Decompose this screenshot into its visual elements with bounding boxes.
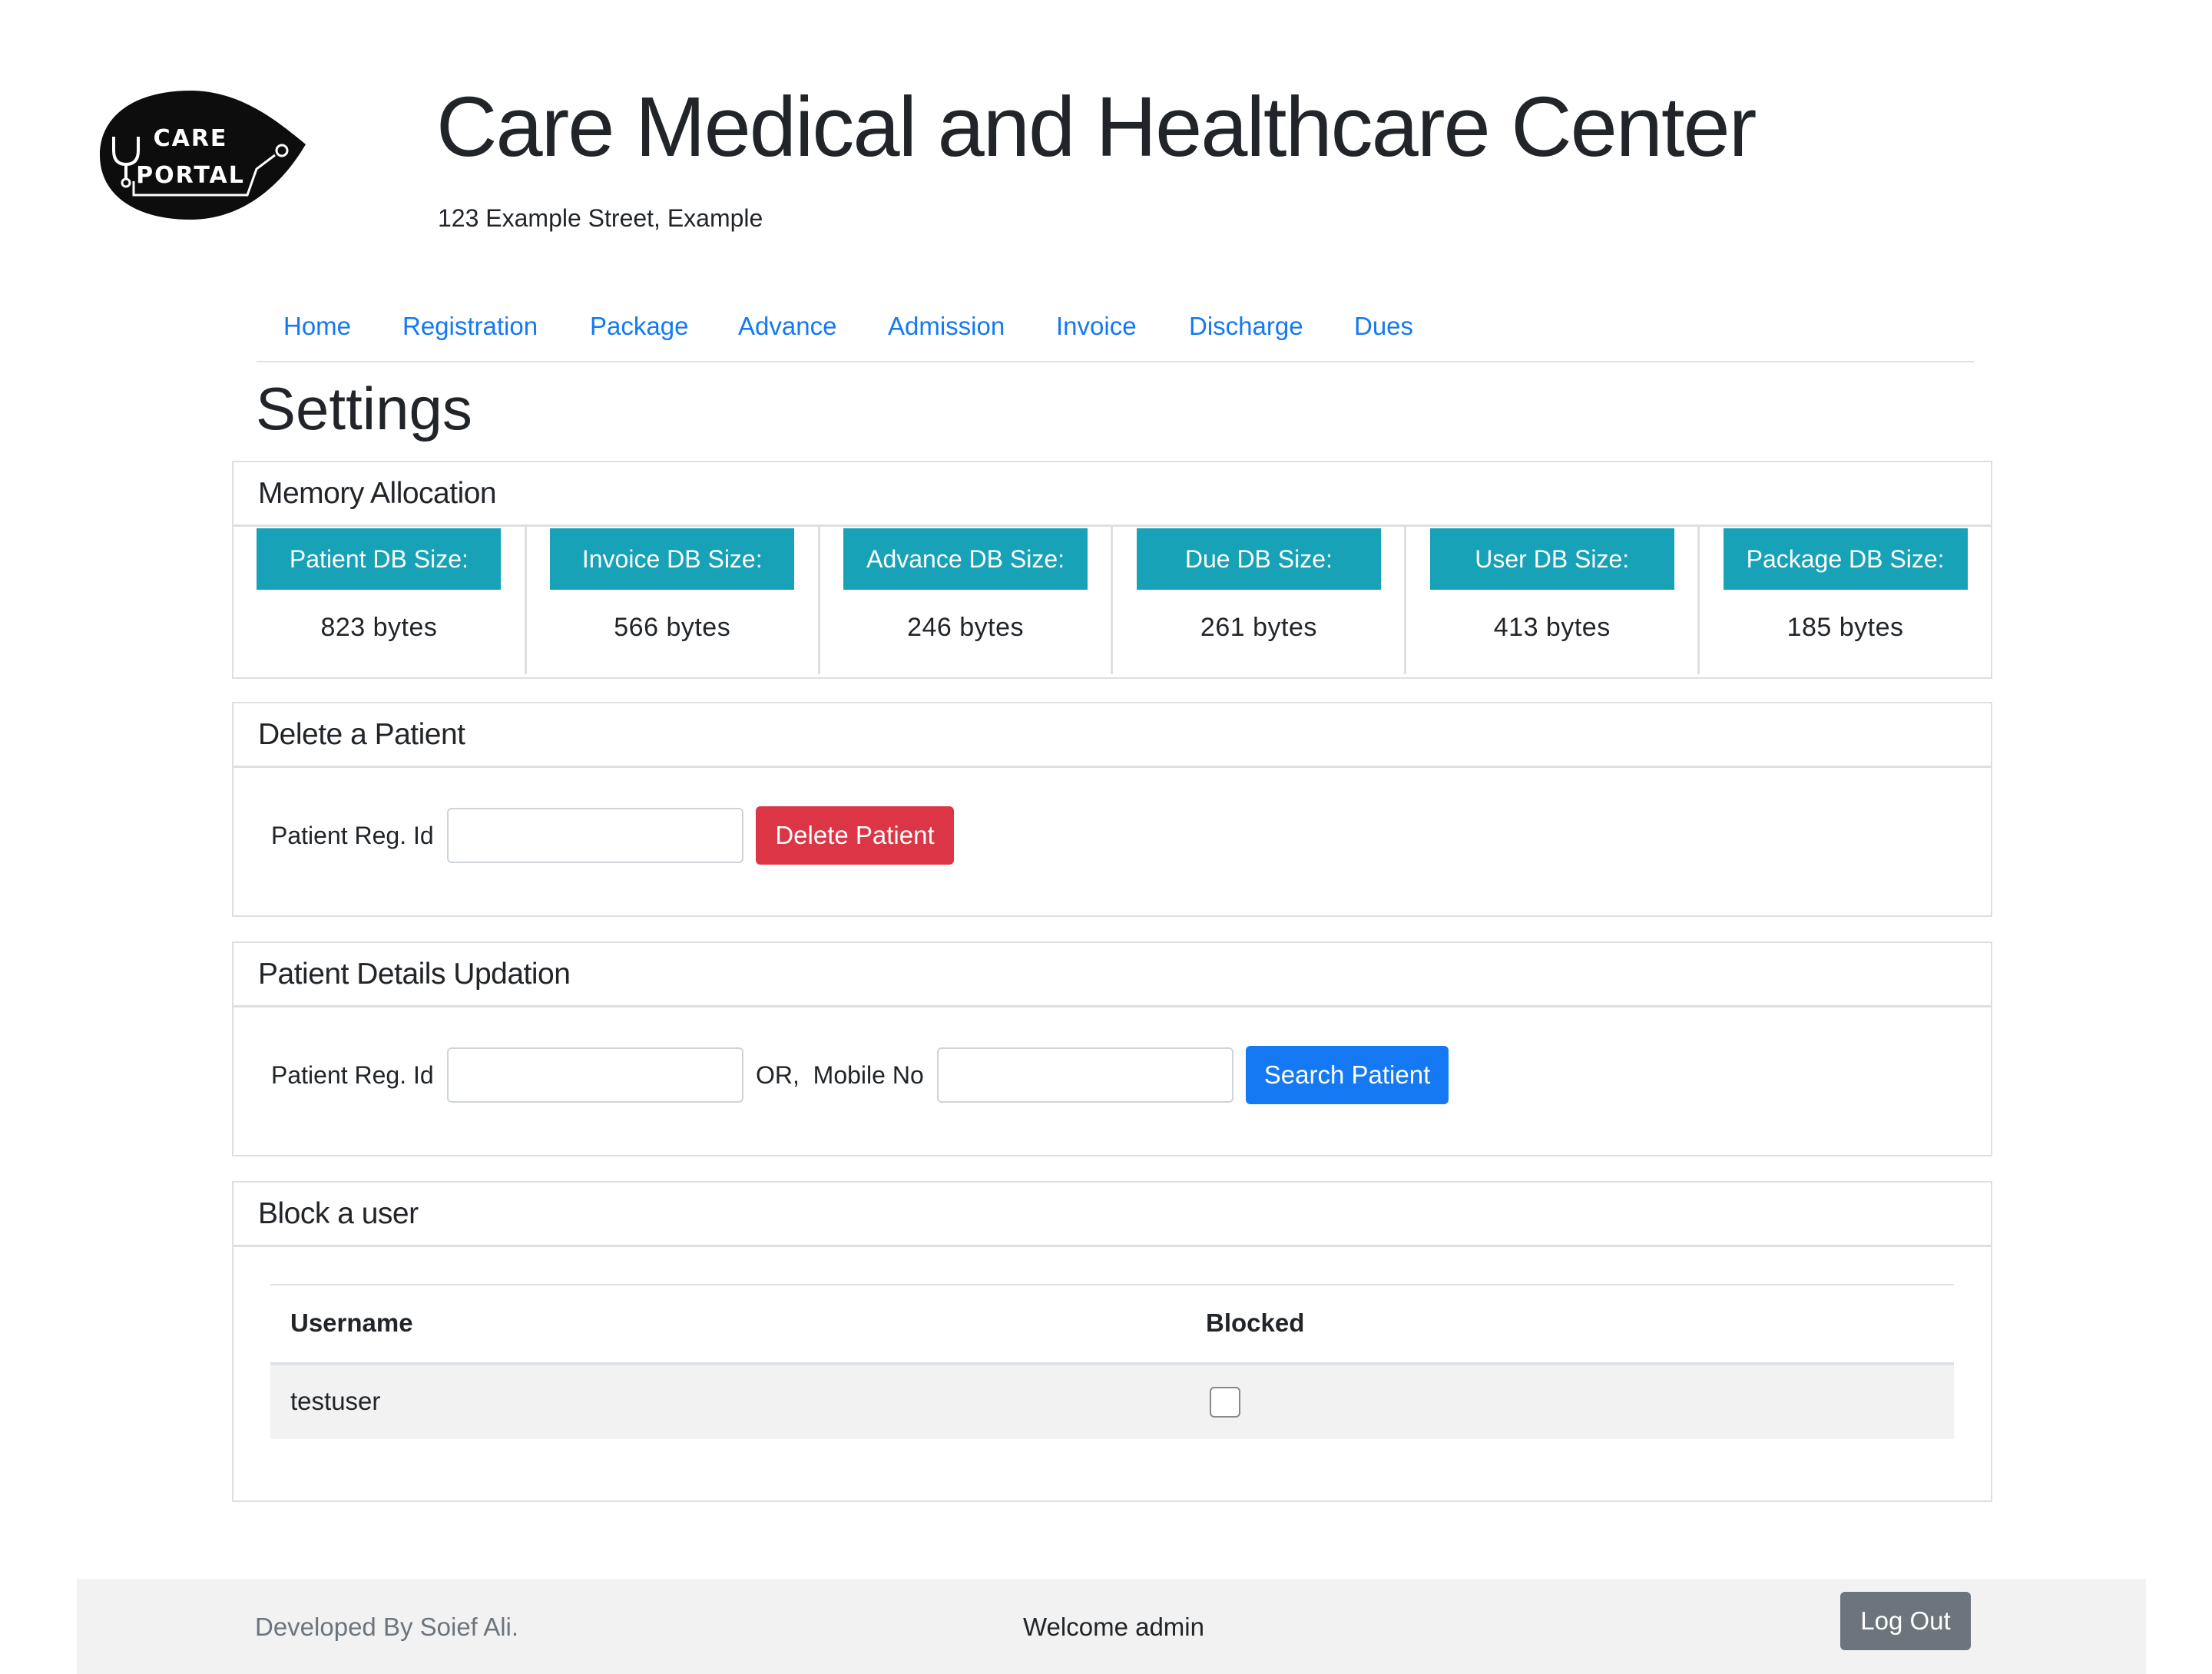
memory-item-invoice: Invoice DB Size: 566 bytes — [527, 527, 820, 674]
memory-item-advance: Advance DB Size: 246 bytes — [820, 527, 1114, 674]
welcome-message: Welcome admin — [1023, 1613, 1204, 1641]
memory-value: 823 bytes — [320, 613, 438, 642]
memory-label: Package DB Size: — [1723, 528, 1968, 590]
nav-item-dues[interactable]: Dues — [1354, 312, 1413, 341]
nav-item-admission[interactable]: Admission — [888, 312, 1005, 341]
column-header-blocked: Blocked — [1206, 1308, 1305, 1337]
search-patient-button[interactable]: Search Patient — [1246, 1046, 1449, 1104]
nav-item-home[interactable]: Home — [283, 312, 351, 341]
memory-item-package: Package DB Size: 185 bytes — [1700, 527, 1991, 674]
memory-label: Patient DB Size: — [257, 528, 502, 590]
delete-patient-button[interactable]: Delete Patient — [756, 806, 954, 865]
mobile-no-input[interactable] — [937, 1047, 1233, 1103]
update-patient-reg-id-input[interactable] — [447, 1047, 743, 1103]
mobile-no-label: OR, Mobile No — [756, 1061, 924, 1089]
patient-update-card: Patient Details Updation Patient Reg. Id… — [232, 941, 1992, 1156]
site-address: 123 Example Street, Example — [438, 204, 763, 232]
block-user-title: Block a user — [233, 1183, 1991, 1247]
main-nav: Home Registration Package Advance Admiss… — [257, 301, 1974, 362]
logo-text-care: CARE — [154, 125, 228, 152]
blocked-checkbox[interactable] — [1210, 1387, 1240, 1418]
username-cell: testuser — [290, 1387, 381, 1415]
memory-value: 261 bytes — [1200, 613, 1317, 642]
memory-item-due: Due DB Size: 261 bytes — [1113, 527, 1407, 674]
user-table: Username Blocked testuser — [270, 1284, 1954, 1439]
patient-reg-id-label: Patient Reg. Id — [271, 822, 434, 849]
memory-label: Invoice DB Size: — [550, 528, 795, 590]
column-header-username: Username — [290, 1308, 413, 1337]
delete-patient-reg-id-input[interactable] — [447, 808, 743, 863]
memory-item-user: User DB Size: 413 bytes — [1406, 527, 1700, 674]
site-title: Care Medical and Healthcare Center — [436, 80, 1757, 174]
care-portal-logo: CARE PORTAL — [100, 89, 306, 221]
nav-item-discharge[interactable]: Discharge — [1189, 312, 1303, 341]
memory-label: Due DB Size: — [1136, 528, 1381, 590]
block-user-card: Block a user Username Blocked testuser — [232, 1181, 1992, 1502]
patient-reg-id-label: Patient Reg. Id — [271, 1061, 434, 1089]
logout-button[interactable]: Log Out — [1840, 1592, 1971, 1650]
delete-patient-title: Delete a Patient — [233, 703, 1991, 768]
nav-item-package[interactable]: Package — [590, 312, 688, 341]
memory-label: Advance DB Size: — [843, 528, 1088, 590]
nav-item-invoice[interactable]: Invoice — [1056, 312, 1137, 341]
nav-item-registration[interactable]: Registration — [402, 312, 538, 341]
delete-patient-card: Delete a Patient Patient Reg. Id Delete … — [232, 702, 1992, 917]
logo-text-portal: PORTAL — [136, 162, 245, 189]
memory-allocation-title: Memory Allocation — [233, 462, 1991, 527]
memory-value: 246 bytes — [907, 613, 1025, 642]
developer-credit: Developed By Soief Ali. — [255, 1613, 519, 1641]
footer: Developed By Soief Ali. Welcome admin Lo… — [77, 1579, 2146, 1674]
table-row: testuser — [270, 1365, 1954, 1439]
page-title: Settings — [256, 375, 472, 442]
memory-value: 413 bytes — [1493, 613, 1611, 642]
nav-item-advance[interactable]: Advance — [738, 312, 836, 341]
memory-value: 566 bytes — [614, 613, 731, 642]
memory-value: 185 bytes — [1786, 613, 1904, 642]
memory-allocation-card: Memory Allocation Patient DB Size: 823 b… — [232, 461, 1992, 679]
table-header: Username Blocked — [270, 1284, 1954, 1365]
memory-label: User DB Size: — [1429, 528, 1674, 590]
patient-update-title: Patient Details Updation — [233, 943, 1991, 1007]
memory-item-patient: Patient DB Size: 823 bytes — [233, 527, 527, 674]
